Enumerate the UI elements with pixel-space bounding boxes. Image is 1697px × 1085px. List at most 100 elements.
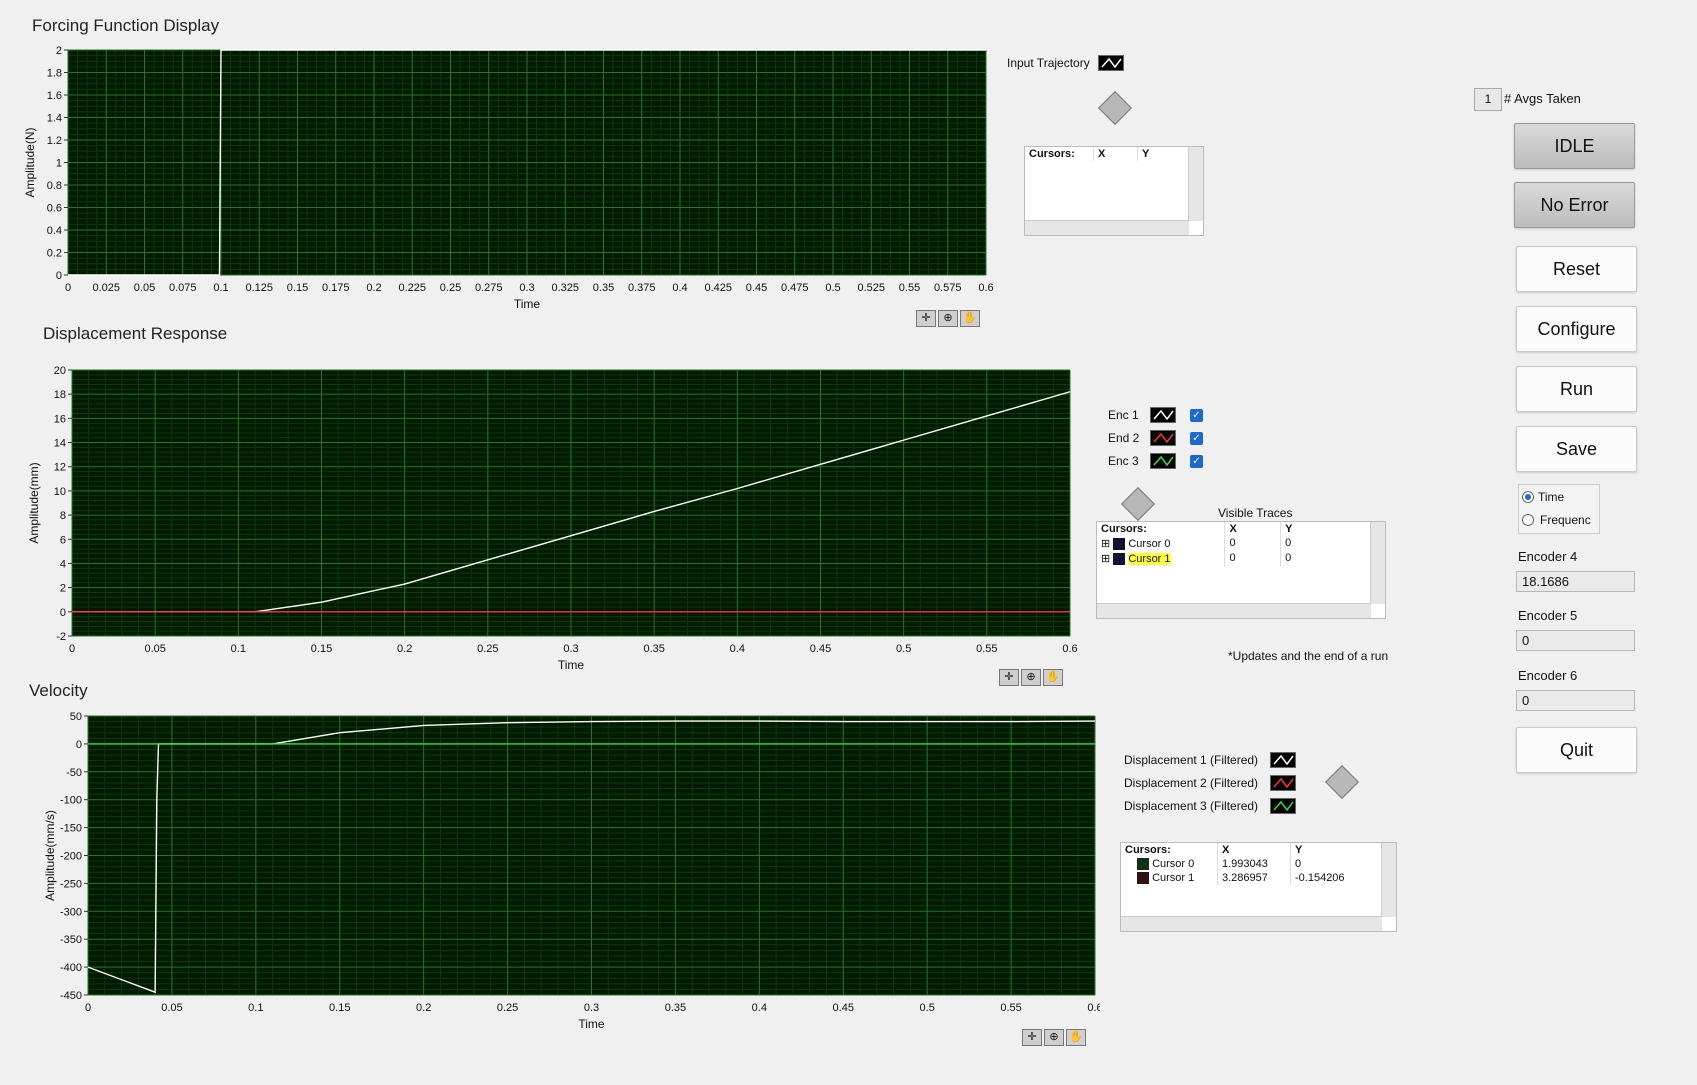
save-button[interactable]: Save [1516,426,1637,472]
run-button[interactable]: Run [1516,366,1637,412]
zoom-icon[interactable]: ⊕ [1044,1029,1064,1046]
forcing-graph-tools: ✛ ⊕ ✋ [916,310,980,327]
mode-radio-time[interactable]: Time [1522,490,1564,504]
checkbox-checked-icon[interactable]: ✓ [1190,408,1203,422]
forcing-chart[interactable]: 0 0.025 0.05 0.075 0.1 0.125 0.15 0.175 0.2 0.225… [0,40,1000,320]
y-tick-label: 2 [56,45,62,57]
y-tick-label: -450 [60,990,82,1002]
chart-svg: 0 0.05 0.1 0.15 0.2 0.25 0.3 0.35 0.4 0.45 0.5 0.55… [43,711,1103,1031]
x-tick-label: 0.1 [213,282,228,294]
x-tick-label: 0.275 [475,282,503,294]
trace-swatch-icon[interactable] [1150,407,1176,423]
reset-button[interactable]: Reset [1516,246,1637,292]
x-tick-label: 0 [69,643,75,655]
zoom-icon[interactable]: ⊕ [938,310,958,327]
cursor-row[interactable]: ⊞ Cursor 0 0 0 [1097,536,1385,552]
vertical-scrollbar[interactable] [1381,843,1396,917]
horizontal-scrollbar[interactable] [1097,603,1371,618]
y-tick-label: 0 [76,739,82,751]
checkbox-checked-icon[interactable]: ✓ [1190,431,1203,445]
x-tick-label: 0.05 [144,643,165,655]
zoom-icon[interactable]: ⊕ [1021,669,1041,686]
crosshair-icon[interactable]: ✛ [999,669,1019,686]
cursor-style-icon[interactable] [1137,872,1149,885]
radio-selected-icon[interactable] [1522,491,1534,503]
vertical-scrollbar[interactable] [1370,522,1385,604]
displacement-chart[interactable]: 0 0.05 0.1 0.15 0.2 0.25 0.3 0.35 0.4 0.45 0.5 0.55… [0,355,1080,685]
x-tick-label: 0.575 [934,282,962,294]
velocity-title: Velocity [29,681,88,700]
mode-option-label: Frequenc [1540,513,1591,527]
y-tick-label: 0 [60,607,66,619]
cursor-header-x: X [1093,147,1138,161]
cursor-style-icon[interactable] [1137,858,1149,871]
forcing-cursor-table[interactable]: Cursors: X Y [1024,146,1204,236]
cursor-expand-icon[interactable]: ⊞ [1101,538,1110,550]
crosshair-icon[interactable]: ✛ [916,310,936,327]
x-tick-label: 0.35 [665,1002,686,1014]
chart-svg: 0 0.05 0.1 0.15 0.2 0.25 0.3 0.35 0.4 0.45 0.5 0.55… [27,365,1078,672]
x-tick-label: 0.325 [551,282,579,294]
cursor-move-diamond-icon[interactable] [1325,765,1359,799]
x-tick-label: 0.5 [896,643,911,655]
cursor-expand-icon[interactable]: ⊞ [1101,553,1110,565]
legend-entry: Enc 1 ✓ [1108,407,1203,423]
cursor-row[interactable]: Cursor 1 3.286957 -0.154206 [1121,871,1396,886]
quit-button[interactable]: Quit [1516,727,1637,773]
cursor-move-diamond-icon[interactable] [1121,487,1155,521]
cursor-row[interactable]: Cursor 0 1.993043 0 [1121,857,1396,872]
cursor-move-diamond-icon[interactable] [1098,91,1132,125]
x-tick-label: 0.3 [519,282,534,294]
y-axis-title: Amplitude(mm) [27,462,41,543]
trace-swatch-icon[interactable] [1270,775,1296,791]
velocity-cursor-table[interactable]: Cursors: X Y Cursor 0 1.993043 0 Cursor … [1120,842,1397,932]
displacement-cursor-table[interactable]: Cursors: X Y ⊞ Cursor 0 0 0 ⊞ Cursor 1 0… [1096,521,1386,619]
trace-swatch-icon[interactable] [1270,798,1296,814]
trace-swatch-icon[interactable] [1150,453,1176,469]
mode-radio-frequency[interactable]: Frequenc [1522,513,1591,527]
cursor-style-icon[interactable] [1113,538,1126,551]
y-tick-label: 1.2 [47,135,62,147]
vertical-scrollbar[interactable] [1188,147,1203,221]
y-tick-label: 0.2 [47,248,62,260]
crosshair-icon[interactable]: ✛ [1022,1029,1042,1046]
pan-hand-icon[interactable]: ✋ [1066,1029,1086,1046]
y-tick-label: 12 [54,462,66,474]
encoder6-label: Encoder 6 [1518,668,1578,683]
cursor-name: Cursor 1 [1152,872,1195,885]
velocity-chart[interactable]: 0 0.05 0.1 0.15 0.2 0.25 0.3 0.35 0.4 0.45 0.5 0.55… [0,708,1103,1038]
pan-hand-icon[interactable]: ✋ [1043,669,1063,686]
cursor-name: Cursor 0 [1152,858,1195,870]
encoder4-label: Encoder 4 [1518,549,1578,564]
trace-swatch-icon[interactable] [1270,752,1296,768]
y-tick-label: 18 [54,389,66,401]
cursor-header: Cursors: [1025,147,1094,161]
radio-unselected-icon[interactable] [1522,514,1534,526]
trace-swatch-icon[interactable] [1097,55,1124,71]
x-axis-title: Time [514,297,541,311]
legend-entry: End 2 ✓ [1108,430,1203,446]
configure-button[interactable]: Configure [1516,306,1637,352]
cursor-row[interactable]: ⊞ Cursor 1 0 0 [1097,551,1385,567]
legend-label: Displacement 2 (Filtered) [1124,776,1259,790]
pan-hand-icon[interactable]: ✋ [960,310,980,327]
avgs-taken-field[interactable]: 1 [1474,88,1502,111]
cursor-x: 0 [1224,551,1282,567]
forcing-legend: Input Trajectory [1007,55,1124,71]
horizontal-scrollbar[interactable] [1121,916,1382,931]
x-tick-label: 0.45 [746,282,767,294]
x-tick-label: 0 [65,282,71,294]
checkbox-checked-icon[interactable]: ✓ [1190,454,1203,468]
y-tick-label: 1.6 [47,90,62,102]
cursor-style-icon[interactable] [1113,553,1126,566]
chart-svg: 0 0.025 0.05 0.075 0.1 0.125 0.15 0.175 0.2 0.225… [23,45,994,311]
encoder4-value: 18.1686 [1516,571,1635,592]
trace-swatch-icon[interactable] [1150,430,1176,446]
avgs-taken-label: # Avgs Taken [1504,91,1581,106]
horizontal-scrollbar[interactable] [1025,220,1189,235]
cursor-y: 0 [1290,857,1396,872]
legend-entry: Enc 3 ✓ [1108,453,1203,469]
x-tick-label: 0.6 [1087,1002,1100,1014]
cursor-x: 1.993043 [1217,857,1291,872]
legend-label: Enc 1 [1108,408,1139,422]
